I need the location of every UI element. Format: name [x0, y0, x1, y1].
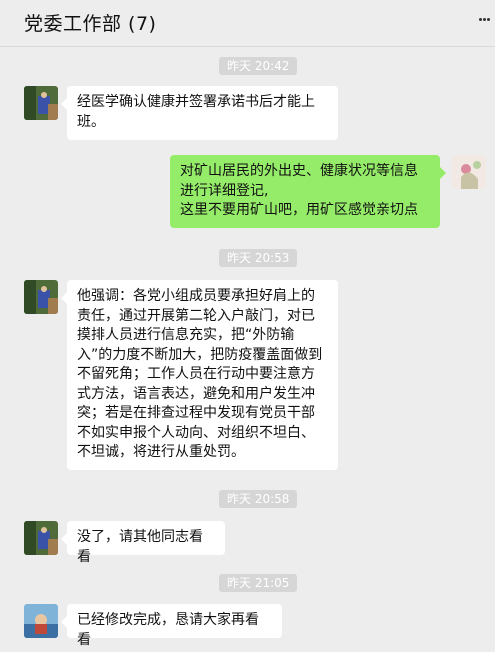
chat-header: 党委工作部 (7): [0, 0, 495, 47]
message-bubble-self[interactable]: 对矿山居民的外出史、健康状况等信息进行详细登记, 这里不要用矿山吧，用矿区感觉亲…: [170, 155, 446, 228]
message-bubble[interactable]: 经医学确认健康并签署承诺书后才能上班。: [61, 86, 338, 140]
message-bubble[interactable]: 没了，请其他同志看看: [61, 521, 225, 565]
chat-window: 党委工作部 (7) 昨天 20:42 经医学确认健康并签署承诺书后才能上班。 对…: [0, 0, 495, 652]
message-bubble[interactable]: 已经修改完成，恳请大家再看看: [61, 604, 282, 648]
timestamp: 昨天 21:05: [219, 574, 298, 592]
message-bubble[interactable]: 他强调：各党小组成员要承担好肩上的责任，通过开展第二轮入户敲门，对已摸排人员进行…: [61, 280, 338, 470]
more-dots-icon[interactable]: [479, 6, 491, 21]
timestamp: 昨天 20:42: [219, 57, 298, 75]
avatar[interactable]: [24, 280, 58, 314]
chat-title: 党委工作部 (7): [24, 13, 157, 35]
avatar[interactable]: [24, 604, 58, 638]
avatar[interactable]: [24, 521, 58, 555]
timestamp: 昨天 20:53: [219, 249, 298, 267]
timestamp: 昨天 20:58: [219, 490, 298, 508]
avatar[interactable]: [24, 86, 58, 120]
avatar-self[interactable]: [452, 155, 486, 189]
